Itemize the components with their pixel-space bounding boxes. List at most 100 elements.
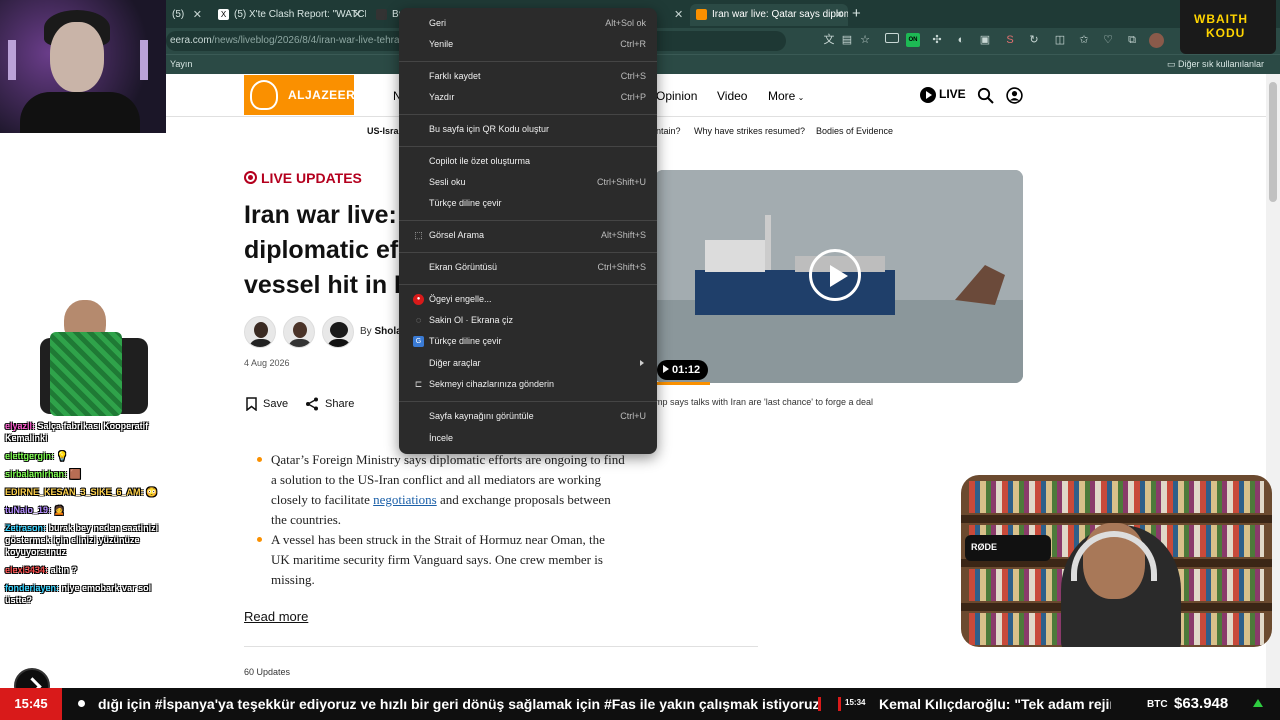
other-favorites-label: Diğer sık kullanılanlar	[1177, 59, 1264, 69]
extension-icon[interactable]: ◐	[954, 33, 968, 47]
menu-item-copilot-summary[interactable]: Copilot ile özet oluşturma	[399, 152, 657, 173]
favorites-icon[interactable]: ✩	[1077, 33, 1091, 47]
new-tab-icon[interactable]: +	[852, 4, 861, 24]
author-avatar[interactable]	[322, 316, 354, 348]
tab-2[interactable]: X (5) X'te Clash Report: "WATCH: Ru ✕	[212, 4, 366, 26]
menu-item-visual-search[interactable]: ⬚ Görsel Arama Alt+Shift+S	[399, 226, 657, 247]
chat-text: altın ?	[50, 565, 78, 575]
news-ticker: 15:45 dığı için #İspanya'ya teşekkür edi…	[0, 688, 1280, 720]
close-tab-icon[interactable]: ✕	[835, 4, 844, 26]
divider	[244, 646, 758, 647]
price-up-icon	[1253, 699, 1263, 707]
menu-label: İncele	[429, 433, 454, 443]
other-favorites[interactable]: ▭ Diğer sık kullanılanlar	[1167, 59, 1264, 70]
save-button[interactable]: Save	[246, 397, 288, 411]
read-more-link[interactable]: Read more	[244, 609, 308, 624]
close-tab-icon[interactable]: ✕	[353, 4, 362, 26]
logo-text: ALJAZEERA	[288, 88, 365, 102]
profile-avatar[interactable]	[1149, 33, 1164, 48]
chevron-down-icon: ⌄	[795, 93, 805, 102]
bookmark-item[interactable]: Yayın	[170, 59, 192, 69]
extension-icon[interactable]: S	[1003, 33, 1017, 47]
tab-1[interactable]: (5) ✕	[166, 4, 206, 26]
menu-item-view-source[interactable]: Sayfa kaynağını görüntüle Ctrl+U	[399, 407, 657, 428]
favorite-star-icon[interactable]: ☆	[858, 33, 872, 47]
menu-item-more-tools[interactable]: Diğer araçlar	[399, 354, 657, 375]
author-avatar[interactable]	[244, 316, 276, 348]
scrollbar-thumb[interactable]	[1269, 82, 1277, 202]
menu-item-block-element[interactable]: ● Ögeyi engelle...	[399, 290, 657, 311]
aljazeera-logo[interactable]: ALJAZEERA	[244, 75, 364, 115]
context-menu: Geri Alt+Sol ok Yenile Ctrl+R Farklı kayde…	[399, 8, 657, 454]
split-screen-icon[interactable]: ◫	[1053, 33, 1067, 47]
menu-shortcut: Alt+Sol ok	[605, 18, 646, 28]
tab-aljazeera[interactable]: Iran war live: Qatar says diplomatic ✕	[690, 4, 848, 26]
nav-item-more[interactable]: More ⌄	[768, 89, 804, 103]
account-icon[interactable]	[1006, 87, 1023, 104]
subnav-item[interactable]: Why have strikes resumed?	[694, 126, 805, 136]
health-icon[interactable]: ♡	[1101, 33, 1115, 47]
chat-message: EDIRNE_KESAN_3_SIKE_6_AM: 😳	[5, 486, 175, 498]
subnav-item[interactable]: US-Isra	[367, 126, 399, 136]
menu-item-qr-code[interactable]: Bu sayfa için QR Kodu oluştur	[399, 120, 657, 141]
negotiations-link[interactable]: negotiations	[373, 492, 437, 507]
microphone: RØDE	[965, 535, 1051, 561]
search-icon[interactable]	[977, 87, 994, 104]
draw-icon: ◌	[415, 315, 422, 325]
menu-label: Bu sayfa için QR Kodu oluştur	[429, 124, 550, 134]
menu-item-read-aloud[interactable]: Sesli oku Ctrl+Shift+U	[399, 173, 657, 194]
chat-user: elexi3434:	[5, 565, 49, 575]
chat-message: elettgergin: 💡	[5, 450, 175, 462]
collections-icon[interactable]: ⧉	[1125, 33, 1139, 47]
subnav-item[interactable]: Bodies of Evidence	[816, 126, 893, 136]
author-name[interactable]: Shola	[374, 326, 401, 337]
translate-icon[interactable]: 文	[822, 33, 836, 47]
menu-item-reload[interactable]: Yenile Ctrl+R	[399, 35, 657, 56]
tab-label: (5) X'te Clash Report: "WATCH: Ru	[234, 9, 366, 20]
menu-label: Diğer araçlar	[429, 358, 481, 368]
author-avatar[interactable]	[283, 316, 315, 348]
menu-item-inspect[interactable]: İncele	[399, 429, 657, 450]
menu-item-translate-extension[interactable]: G Türkçe diline çevir	[399, 332, 657, 353]
reader-icon[interactable]: ▤	[840, 33, 854, 47]
extension-icon[interactable]: ON	[906, 33, 920, 47]
x-logo-icon: X	[218, 8, 229, 20]
menu-shortcut: Ctrl+S	[620, 71, 646, 81]
menu-label: Ekran Görüntüsü	[429, 262, 498, 272]
close-tab-icon[interactable]: ✕	[674, 8, 683, 21]
extension-icon[interactable]: ✣	[930, 33, 944, 47]
chat-text: 🙍	[53, 505, 65, 515]
menu-item-back[interactable]: Geri Alt+Sol ok	[399, 14, 657, 35]
menu-item-print[interactable]: Yazdır Ctrl+P	[399, 88, 657, 109]
share-button[interactable]: Share	[305, 397, 354, 411]
live-button[interactable]: LIVE	[920, 87, 966, 105]
menu-separator	[399, 146, 657, 147]
extension-icon[interactable]	[884, 33, 900, 47]
nav-item-video[interactable]: Video	[717, 89, 747, 103]
video-progress	[657, 382, 710, 385]
ticker-separator	[838, 697, 841, 711]
translate-icon: G	[413, 336, 424, 347]
menu-item-draw[interactable]: ◌ Sakin Ol · Ekrana çiz	[399, 311, 657, 332]
refresh-extension-icon[interactable]: ↻	[1027, 33, 1041, 47]
subnav-item[interactable]: ntain?	[656, 126, 681, 136]
live-dot-icon	[244, 171, 257, 184]
byline: By Shola	[360, 326, 402, 337]
close-tab-icon[interactable]: ✕	[193, 4, 202, 26]
menu-label: Türkçe diline çevir	[429, 198, 502, 208]
video-play-icon[interactable]	[809, 249, 861, 301]
menu-item-send-tab[interactable]: ⊏ Sekmeyi cihazlarınıza gönderin	[399, 375, 657, 396]
tab-3[interactable]: Bu	[370, 4, 400, 26]
nav-item-opinion[interactable]: Opinion	[656, 89, 697, 103]
article-headline: Iran war live: diplomatic ef vessel hit …	[244, 198, 404, 303]
menu-item-screenshot[interactable]: Ekran Görüntüsü Ctrl+Shift+S	[399, 258, 657, 279]
chat-user: EDIRNE_KESAN_3_SIKE_6_AM:	[5, 487, 144, 497]
menu-item-save-as[interactable]: Farklı kaydet Ctrl+S	[399, 67, 657, 88]
extension-icon[interactable]: ▣	[978, 33, 992, 47]
live-label: LIVE	[939, 87, 966, 102]
headline-line: vessel hit in I	[244, 271, 402, 299]
menu-shortcut: Ctrl+U	[620, 411, 646, 421]
ticker-text: dığı için #İspanya'ya teşekkür ediyoruz …	[98, 696, 820, 712]
btc-label: BTC	[1147, 699, 1168, 710]
menu-item-translate[interactable]: Türkçe diline çevir	[399, 194, 657, 215]
